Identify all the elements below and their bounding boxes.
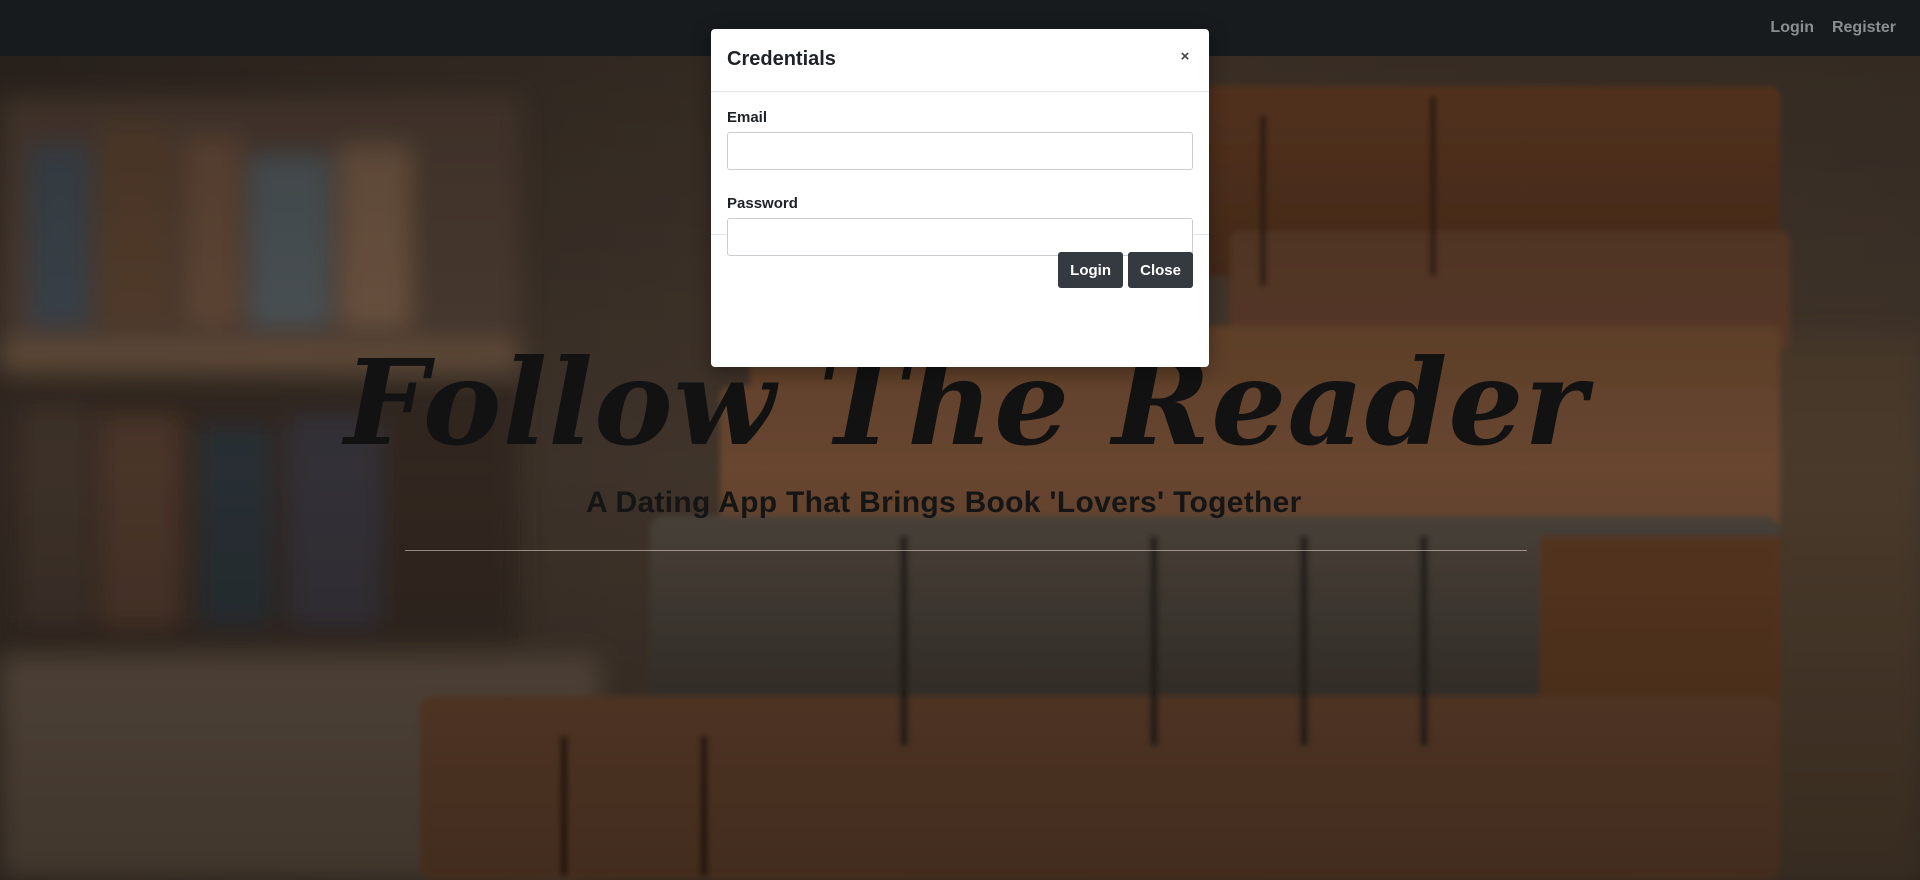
modal-footer: Login Close xyxy=(711,235,1209,307)
modal-header: Credentials × xyxy=(711,29,1209,92)
nav-login-link[interactable]: Login xyxy=(1770,19,1814,37)
email-field[interactable] xyxy=(727,132,1193,170)
password-label: Password xyxy=(727,195,798,212)
modal-title: Credentials xyxy=(727,48,836,70)
modal-body: Email Password xyxy=(711,92,1209,256)
close-button[interactable]: Close xyxy=(1128,252,1193,288)
email-label: Email xyxy=(727,109,768,126)
login-button[interactable]: Login xyxy=(1058,252,1123,288)
hero-subtitle: A Dating App That Brings Book 'Lovers' T… xyxy=(586,486,1302,519)
nav-links: Login Register xyxy=(1770,0,1896,56)
credentials-modal: Credentials × Email Password Login Close xyxy=(711,29,1209,367)
hero-divider xyxy=(405,550,1527,551)
close-icon[interactable]: × xyxy=(1175,47,1195,67)
nav-register-link[interactable]: Register xyxy=(1832,19,1896,37)
